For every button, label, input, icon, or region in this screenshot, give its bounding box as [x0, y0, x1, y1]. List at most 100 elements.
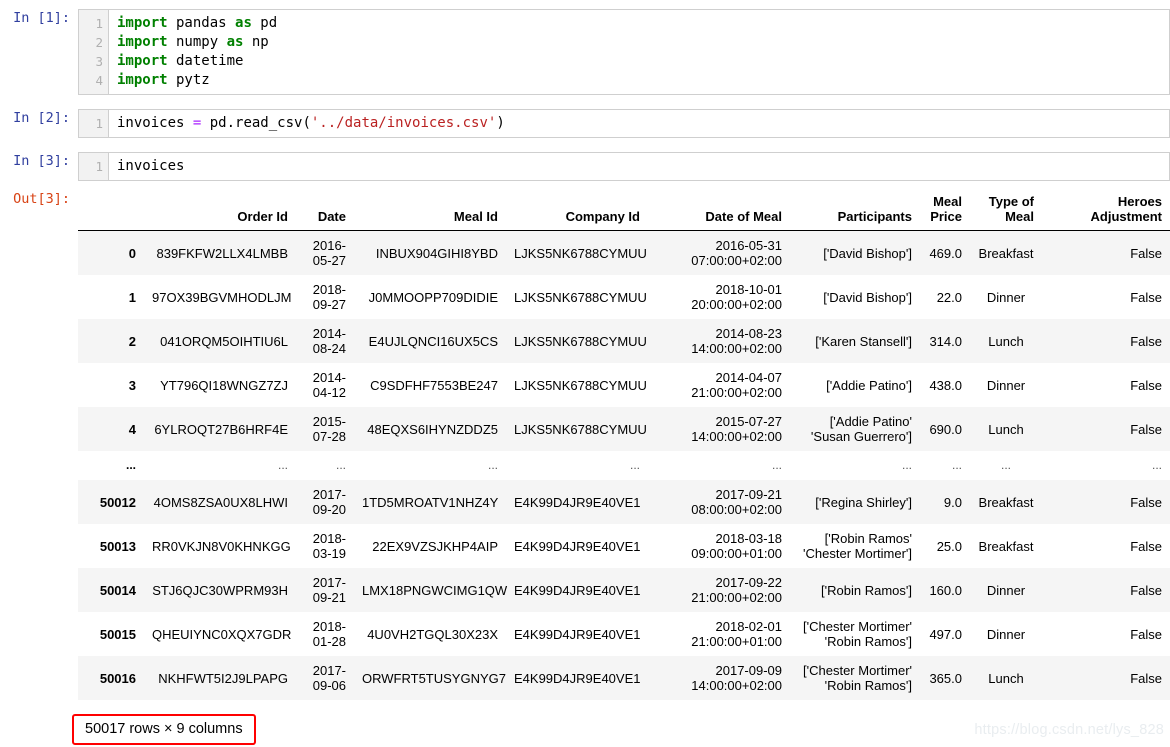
table-row: 50013 RR0VKJN8V0KHNKGG 2018- 03-19 22EX9VZS…: [78, 524, 1170, 568]
notebook-cell-3[interactable]: In [3]: 1 invoices: [0, 152, 1170, 181]
code-content-2[interactable]: invoices = pd.read_csv('../data/invoices…: [109, 110, 1169, 137]
table-row: 50016 NKHFWT5I2J9LPAPG 2017- 09-06 ORWFRT5T…: [78, 656, 1170, 700]
dataframe-output: Order Id Date Meal Id Company Id Date of…: [78, 190, 1170, 700]
col-header-date: Date: [296, 190, 354, 231]
cell-heroes-adjustment: False: [1130, 421, 1162, 437]
cell-order-id: ...: [277, 458, 288, 472]
cell-company-id: E4K99D4JR9E40VE1: [514, 670, 641, 686]
input-prompt-3: In [3]:: [13, 153, 70, 169]
code-editor-2[interactable]: 1 invoices = pd.read_csv('../data/invoic…: [78, 109, 1170, 138]
code-content-1[interactable]: import pandas as pd import numpy as np i…: [109, 10, 1169, 94]
cell-meal-id: 4U0VH2TGQL30X23X: [367, 626, 498, 642]
cell-company-id: ...: [629, 458, 640, 472]
cell-heroes-adjustment: False: [1130, 670, 1162, 686]
cell-type-of-meal: Lunch: [988, 421, 1024, 437]
row-index: 2: [128, 333, 136, 349]
cell-order-id: YT796QI18WNGZ7ZJ: [160, 377, 288, 393]
table-row: 3 YT796QI18WNGZ7ZJ 2014- 04-12 C9SDFHF7553B…: [78, 363, 1170, 407]
notebook-cell-2[interactable]: In [2]: 1 invoices = pd.read_csv('../dat…: [0, 109, 1170, 138]
cell-meal-price: 22.0: [936, 289, 962, 305]
col-header-date-of-meal: Date of Meal: [648, 190, 790, 231]
cell-company-id: E4K99D4JR9E40VE1: [514, 582, 641, 598]
row-index: 4: [128, 421, 136, 437]
cell-participants: ['Addie Patino' 'Susan Guerrero']: [810, 414, 912, 444]
cell-type-of-meal: Breakfast: [978, 494, 1034, 510]
cell-heroes-adjustment: False: [1130, 626, 1162, 642]
cell-type-of-meal: Breakfast: [978, 538, 1034, 554]
cell-heroes-adjustment: False: [1130, 377, 1162, 393]
cell-meal-id: E4UJLQNCI16UX5CS: [368, 333, 498, 349]
cell-date: 2015- 07-28: [312, 414, 346, 444]
cell-meal-id: 1TD5MROATV1NHZ4Y: [362, 494, 499, 510]
cell-date: 2017- 09-21: [312, 575, 346, 605]
cell-heroes-adjustment: False: [1130, 245, 1162, 261]
cell-heroes-adjustment: False: [1130, 538, 1162, 554]
cell-participants: ['David Bishop']: [823, 245, 912, 261]
row-index: 0: [128, 245, 136, 261]
col-header-participants: Participants: [790, 190, 920, 231]
cell-date-of-meal: ...: [771, 458, 782, 472]
cell-type-of-meal: Dinner: [986, 289, 1026, 305]
cell-company-id: LJKS5NK6788CYMUU: [514, 333, 647, 349]
table-row: 50014 STJ6QJC30WPRM93H 2017- 09-21 LMX18PNG…: [78, 568, 1170, 612]
cell-meal-price: 469.0: [929, 245, 962, 261]
cell-date: 2018- 01-28: [312, 619, 346, 649]
cell-date-of-meal: 2018-03-18 09:00:00+01:00: [691, 531, 782, 561]
cell-order-id: RR0VKJN8V0KHNKGG: [152, 538, 291, 554]
cell-meal-id: ORWFRT5TUSYGNYG7: [362, 670, 506, 686]
cell-participants: ['Karen Stansell']: [815, 333, 912, 349]
row-index: 50016: [99, 670, 136, 686]
cell-participants: ['Robin Ramos']: [821, 582, 912, 598]
table-row: ..............................: [78, 451, 1170, 480]
output-cell: Out[3]: Order Id Date Meal Id Company Id…: [0, 190, 1170, 700]
cell-order-id: STJ6QJC30WPRM93H: [152, 582, 288, 598]
cell-order-id: 041ORQM5OIHTIU6L: [160, 333, 288, 349]
code-editor-1[interactable]: 1234 import pandas as pd import numpy as…: [78, 9, 1170, 95]
input-prompt-2: In [2]:: [13, 110, 70, 126]
row-index: ...: [125, 458, 136, 472]
cell-date: 2014- 04-12: [312, 370, 346, 400]
cell-type-of-meal: Breakfast: [978, 245, 1034, 261]
cell-participants: ['Addie Patino']: [826, 377, 912, 393]
table-row: 4 6YLROQT27B6HRF4E 2015- 07-28 48EQXS6IHYNZ…: [78, 407, 1170, 451]
table-row: 1 97OX39BGVMHODLJM 2018- 09-27 J0MMOOPP709D…: [78, 275, 1170, 319]
cell-participants: ['Regina Shirley']: [815, 494, 912, 510]
cell-participants: ['Chester Mortimer' 'Robin Ramos']: [803, 619, 912, 649]
cell-order-id: QHEUIYNC0XQX7GDR: [152, 626, 292, 642]
cell-meal-id: INBUX904GIHI8YBD: [375, 245, 498, 261]
col-header-index: [78, 190, 144, 231]
cell-date-of-meal: 2017-09-09 14:00:00+02:00: [691, 663, 782, 693]
col-header-company-id: Company Id: [506, 190, 648, 231]
cell-date-of-meal: 2017-09-22 21:00:00+02:00: [691, 575, 782, 605]
cell-company-id: E4K99D4JR9E40VE1: [514, 538, 641, 554]
cell-meal-id: J0MMOOPP709DIDIE: [368, 289, 498, 305]
cell-date: 2018- 09-27: [312, 282, 346, 312]
col-header-type-of-meal: Type of Meal: [970, 190, 1042, 231]
cell-meal-price: 438.0: [929, 377, 962, 393]
cell-heroes-adjustment: False: [1130, 333, 1162, 349]
cell-company-id: E4K99D4JR9E40VE1: [514, 494, 641, 510]
cell-type-of-meal: Dinner: [986, 582, 1026, 598]
col-header-meal-id: Meal Id: [354, 190, 506, 231]
code-content-3[interactable]: invoices: [109, 153, 1169, 180]
row-index: 50014: [99, 582, 136, 598]
notebook-cell-1[interactable]: In [1]: 1234 import pandas as pd import …: [0, 9, 1170, 95]
cell-company-id: E4K99D4JR9E40VE1: [514, 626, 641, 642]
cell-meal-id: 48EQXS6IHYNZDDZ5: [367, 421, 498, 437]
shape-label-highlight: 50017 rows × 9 columns: [72, 714, 256, 745]
cell-meal-price: ...: [951, 458, 962, 472]
header-row: Order Id Date Meal Id Company Id Date of…: [78, 190, 1170, 231]
table-row: 50015 QHEUIYNC0XQX7GDR 2018- 01-28 4U0VH2TG…: [78, 612, 1170, 656]
cell-heroes-adjustment: ...: [1151, 458, 1162, 472]
code-editor-3[interactable]: 1 invoices: [78, 152, 1170, 181]
watermark-text: https://blog.csdn.net/lys_828: [974, 722, 1164, 738]
cell-heroes-adjustment: False: [1130, 494, 1162, 510]
cell-date: 2017- 09-06: [312, 663, 346, 693]
cell-company-id: LJKS5NK6788CYMUU: [514, 245, 647, 261]
cell-date: 2014- 08-24: [312, 326, 346, 356]
cell-meal-id: 22EX9VZSJKHP4AIP: [372, 538, 498, 554]
input-prompt-1: In [1]:: [13, 10, 70, 26]
cell-participants: ...: [901, 458, 912, 472]
line-numbers-1: 1234: [79, 10, 109, 94]
output-prompt: Out[3]:: [13, 191, 70, 207]
